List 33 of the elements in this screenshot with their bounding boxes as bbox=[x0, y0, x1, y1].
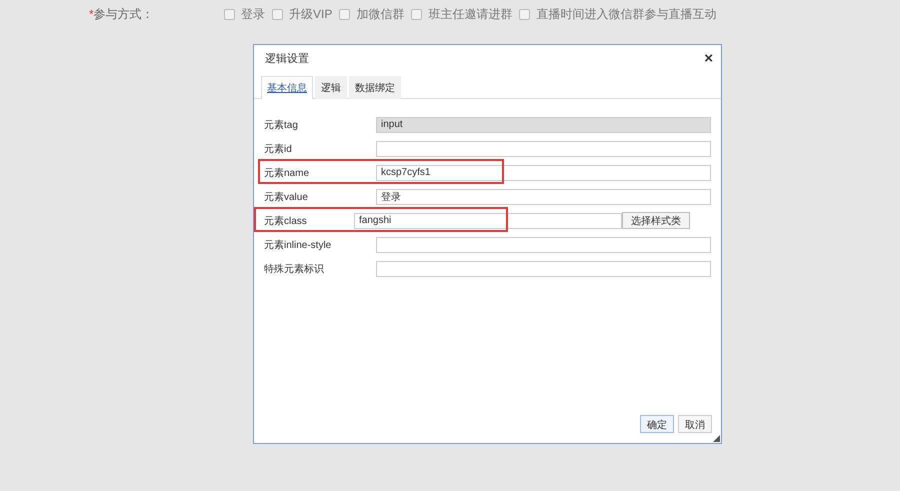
tab[interactable]: 数据绑定 bbox=[349, 76, 401, 99]
checkbox[interactable] bbox=[519, 8, 530, 20]
input-field[interactable]: 登录 bbox=[376, 188, 711, 204]
tab[interactable]: 逻辑 bbox=[315, 76, 347, 99]
confirm-button[interactable]: 确定 bbox=[640, 415, 674, 433]
field-label: *参与方式： bbox=[89, 6, 155, 22]
checkbox[interactable] bbox=[272, 8, 283, 20]
checkbox-option[interactable]: 登录 bbox=[224, 6, 265, 22]
input-field[interactable] bbox=[376, 140, 711, 156]
field-label: 元素value bbox=[264, 190, 309, 204]
cancel-button[interactable]: 取消 bbox=[678, 415, 712, 433]
checkbox-option[interactable]: 加微信群 bbox=[339, 6, 404, 22]
input-field[interactable]: kcsp7cyfs1 bbox=[376, 164, 711, 180]
checkbox[interactable] bbox=[224, 8, 235, 20]
input-field[interactable] bbox=[376, 260, 711, 276]
input-field[interactable]: fangshi bbox=[354, 212, 622, 228]
checkbox[interactable] bbox=[339, 8, 350, 20]
field-label: 元素tag bbox=[264, 118, 299, 132]
checkbox-option[interactable]: 直播时间进入微信群参与直播互动 bbox=[519, 6, 716, 22]
select-style-button[interactable]: 选择样式类 bbox=[622, 212, 690, 229]
field-label: 元素inline-style bbox=[264, 238, 332, 252]
checkbox-option[interactable]: 班主任邀请进群 bbox=[411, 6, 512, 22]
checkbox[interactable] bbox=[411, 8, 422, 20]
dialog-title: 逻辑设置 bbox=[265, 52, 309, 66]
close-button[interactable]: × bbox=[704, 51, 713, 66]
field-label: 特殊元素标识 bbox=[264, 262, 325, 276]
field-label: 元素name bbox=[264, 166, 310, 180]
field-label: 元素class bbox=[264, 214, 308, 228]
resize-grip-icon[interactable] bbox=[713, 435, 720, 442]
input-field[interactable] bbox=[376, 236, 711, 252]
tab[interactable]: 基本信息 bbox=[261, 76, 313, 99]
field-label: 元素id bbox=[264, 142, 293, 156]
checkbox-option[interactable]: 升级VIP bbox=[272, 6, 332, 22]
